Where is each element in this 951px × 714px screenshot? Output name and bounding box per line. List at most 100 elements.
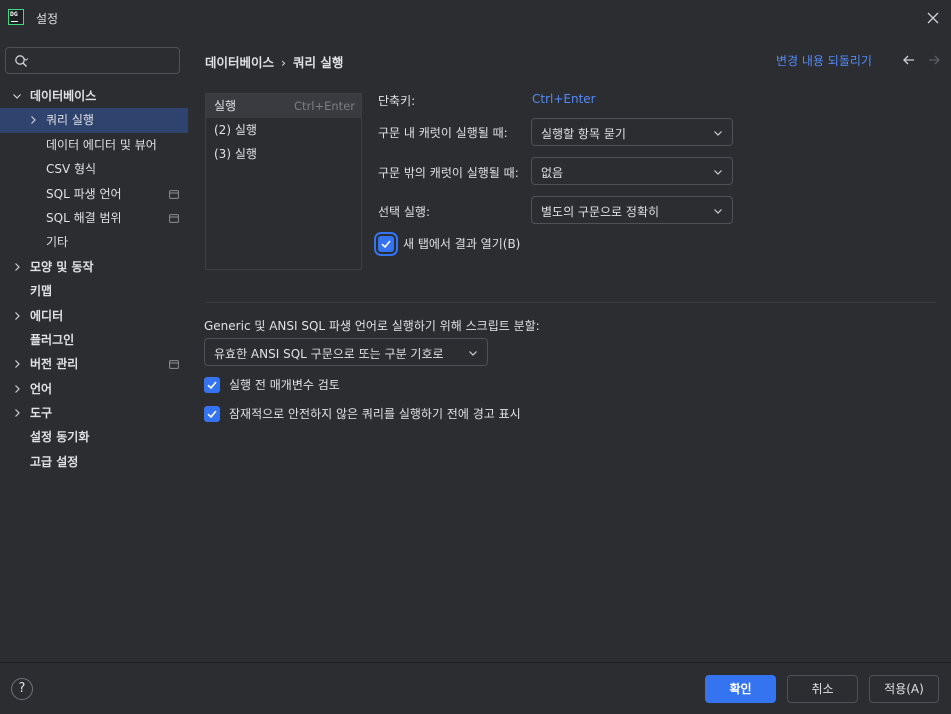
sidebar-item-label: 버전 관리 (30, 357, 79, 372)
unsafe-query-warning-checkbox-row[interactable]: 잠재적으로 안전하지 않은 쿼리를 실행하기 전에 경고 표시 (204, 405, 521, 422)
review-params-label: 실행 전 매개변수 검토 (229, 378, 340, 392)
project-scope-icon (169, 189, 179, 199)
breadcrumb-item: 쿼리 실행 (293, 55, 344, 70)
sidebar-item[interactable]: 모양 및 동작 (0, 255, 188, 279)
arrow-right-icon[interactable] (926, 52, 942, 68)
window-title: 설정 (36, 12, 59, 26)
script-split-value: 유효한 ANSI SQL 구문으로 또는 구분 기호로 (214, 347, 444, 361)
sidebar-item-label: CSV 형식 (46, 162, 97, 177)
chevron-down-icon (714, 209, 722, 214)
settings-search[interactable] (5, 47, 180, 74)
chevron-down-icon (714, 131, 722, 136)
chevron-right-icon[interactable] (12, 311, 22, 321)
action-shortcut: Ctrl+Enter (294, 99, 355, 113)
settings-sidebar: 데이터베이스쿼리 실행데이터 에디터 및 뷰어 CSV 형식 SQL 파생 언어 SQ… (0, 36, 188, 662)
sidebar-item[interactable]: 설정 동기화 (0, 425, 188, 449)
sidebar-item[interactable]: SQL 파생 언어 (0, 182, 188, 206)
chevron-right-icon[interactable] (12, 262, 22, 272)
sidebar-item[interactable]: 에디터 (0, 304, 188, 328)
sidebar-item[interactable]: 플러그인 (0, 328, 188, 352)
breadcrumb: 데이터베이스 › 쿼리 실행 (205, 52, 343, 71)
title-bar: DG 설정 (0, 0, 951, 36)
selection-label: 선택 실행: (378, 205, 431, 219)
caret-inside-dropdown[interactable]: 실행할 항목 묻기 (531, 118, 733, 146)
chevron-down-icon (714, 170, 722, 175)
sidebar-item-label: 기타 (46, 235, 69, 250)
revert-changes-link[interactable]: 변경 내용 되돌리기 (776, 52, 872, 69)
app-logo-icon: DG (8, 9, 24, 25)
script-split-label: Generic 및 ANSI SQL 파생 언어로 실행하기 위해 스크립트 분… (204, 319, 540, 333)
chevron-down-icon (469, 351, 477, 356)
breadcrumb-item: 데이터베이스 (205, 55, 275, 70)
caret-inside-label: 구문 내 캐럿이 실행될 때: (378, 126, 508, 140)
close-icon (927, 12, 939, 24)
apply-button[interactable]: 적용(A) (869, 675, 939, 703)
sidebar-item-label: 쿼리 실행 (46, 113, 94, 128)
ok-button[interactable]: 확인 (705, 675, 776, 703)
sidebar-item[interactable]: 기타 (0, 230, 188, 254)
chevron-down-icon[interactable] (12, 91, 22, 101)
sidebar-item[interactable]: 데이터베이스 (0, 84, 188, 108)
sidebar-item-label: SQL 파생 언어 (46, 186, 122, 201)
sidebar-item-label: 데이터 에디터 및 뷰어 (46, 137, 157, 152)
shortcut-label: 단축키: (378, 94, 416, 108)
chevron-right-icon[interactable] (12, 408, 22, 418)
review-params-checkbox-row[interactable]: 실행 전 매개변수 검토 (204, 376, 340, 393)
sidebar-item[interactable]: 쿼리 실행 (0, 108, 188, 133)
new-tab-checkbox-row[interactable]: 새 탭에서 결과 열기(B) (374, 231, 521, 256)
unsafe-query-warning-label: 잠재적으로 안전하지 않은 쿼리를 실행하기 전에 경고 표시 (229, 407, 521, 421)
sidebar-item[interactable]: CSV 형식 (0, 157, 188, 181)
search-input[interactable] (36, 52, 176, 70)
sidebar-item[interactable]: 언어 (0, 377, 188, 401)
arrow-left-icon[interactable] (901, 52, 917, 68)
caret-outside-value: 없음 (541, 166, 564, 180)
caret-inside-value: 실행할 항목 묻기 (541, 127, 626, 141)
script-split-dropdown[interactable]: 유효한 ANSI SQL 구문으로 또는 구분 기호로 (204, 338, 488, 366)
selection-value: 별도의 구문으로 정확히 (541, 205, 660, 219)
execute-action-list: 실행 Ctrl+Enter (2) 실행 (3) 실행 (205, 93, 362, 270)
footer-divider (0, 662, 951, 663)
chevron-right-icon[interactable] (12, 384, 22, 394)
check-icon (207, 409, 217, 418)
search-icon (15, 55, 29, 67)
cancel-button[interactable]: 취소 (787, 675, 858, 703)
help-icon: ? (18, 681, 26, 696)
action-list-item[interactable]: (2) 실행 (206, 118, 361, 142)
sidebar-item[interactable]: SQL 해결 범위 (0, 206, 188, 230)
sidebar-item-label: 플러그인 (30, 332, 75, 347)
caret-outside-dropdown[interactable]: 없음 (531, 157, 733, 185)
sidebar-item-label: 데이터베이스 (30, 89, 97, 103)
new-tab-checkbox[interactable] (374, 231, 398, 256)
action-list-item[interactable]: (3) 실행 (206, 142, 361, 166)
action-list-item[interactable]: 실행 Ctrl+Enter (206, 94, 361, 118)
selection-dropdown[interactable]: 별도의 구문으로 정확히 (531, 196, 733, 224)
project-scope-icon (169, 360, 179, 370)
sidebar-item-label: 키맵 (30, 284, 53, 299)
close-button[interactable] (921, 6, 945, 30)
sidebar-item-label: 모양 및 동작 (30, 259, 94, 274)
breadcrumb-separator: › (281, 55, 287, 70)
shortcut-value-link[interactable]: Ctrl+Enter (532, 92, 596, 106)
sidebar-item-label: SQL 해결 범위 (46, 210, 122, 225)
project-scope-icon (169, 214, 179, 223)
sidebar-item-label: 고급 설정 (30, 454, 79, 469)
sidebar-item-label: 에디터 (30, 308, 64, 323)
sidebar-item[interactable]: 도구 (0, 401, 188, 425)
action-label: (2) 실행 (214, 123, 257, 137)
check-icon (381, 239, 391, 248)
check-icon (207, 380, 217, 389)
unsafe-query-warning-checkbox[interactable] (204, 405, 220, 422)
review-params-checkbox[interactable] (204, 376, 220, 393)
sidebar-item[interactable]: 데이터 에디터 및 뷰어 (0, 133, 188, 157)
sidebar-item-label: 도구 (30, 406, 53, 421)
action-label: 실행 (214, 99, 237, 113)
sidebar-item[interactable]: 키맵 (0, 279, 188, 303)
sidebar-item[interactable]: 고급 설정 (0, 450, 188, 474)
new-tab-label: 새 탭에서 결과 열기(B) (403, 237, 521, 251)
sidebar-item-label: 언어 (30, 381, 53, 396)
help-button[interactable]: ? (11, 678, 33, 700)
chevron-right-icon[interactable] (28, 115, 38, 125)
sidebar-item[interactable]: 버전 관리 (0, 352, 188, 376)
section-divider (205, 302, 936, 303)
chevron-right-icon[interactable] (12, 359, 22, 369)
